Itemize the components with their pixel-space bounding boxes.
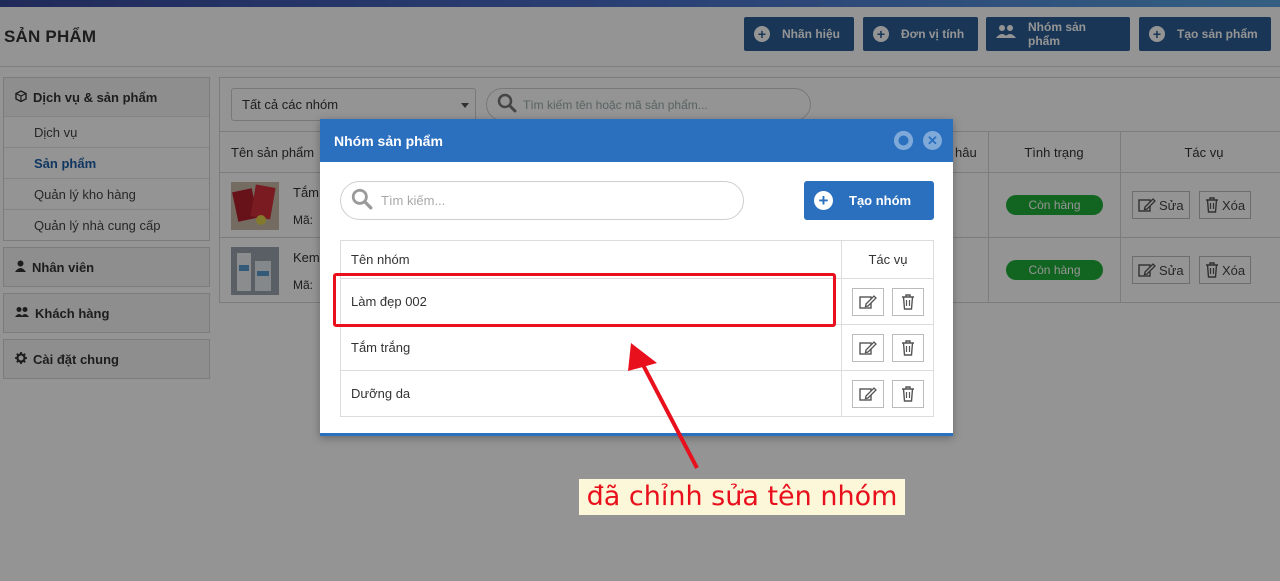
annotation-label: đã chỉnh sửa tên nhóm	[579, 479, 905, 515]
